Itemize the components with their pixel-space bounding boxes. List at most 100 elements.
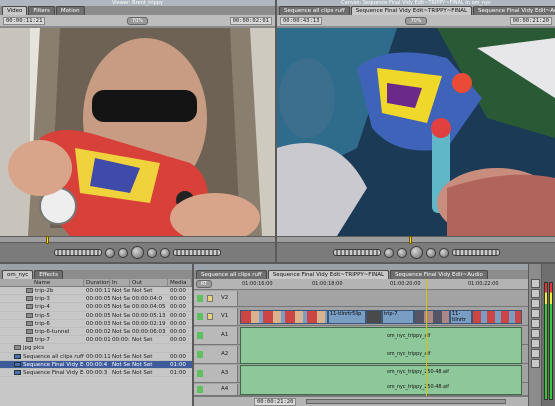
- tab-tl-trippy-final[interactable]: Sequence Final Vidy Edit~TRIPPY~FINAL: [267, 270, 390, 279]
- speaker-icon[interactable]: [197, 351, 203, 358]
- row-media: 01:00: [170, 369, 186, 376]
- video-clip[interactable]: 11-tilnrtr5lip: [328, 310, 366, 324]
- roll-tool-icon[interactable]: [530, 309, 540, 318]
- viewer-window: Viewer: Brent_trippy Video Filters Motio…: [0, 0, 275, 262]
- tab-filters[interactable]: Filters: [28, 6, 55, 15]
- zoom-tool-icon[interactable]: [530, 339, 540, 348]
- canvas-scrubber[interactable]: [277, 236, 555, 244]
- canvas-shuttle-control[interactable]: [332, 249, 381, 256]
- timeline-tabs: Sequence all clips ruff Sequence Final V…: [194, 270, 528, 279]
- viewer-current-timecode[interactable]: 00:00:02:01: [229, 16, 272, 25]
- tab-sequence-trippy-final[interactable]: Sequence Final Vidy Edit~TRIPPY~FINAL: [350, 6, 473, 15]
- edit-select-tool-icon[interactable]: [530, 289, 540, 298]
- crop-tool-icon[interactable]: [530, 349, 540, 358]
- clip-item[interactable]: trip-2b00:00:11:1Not SetNot Set00:00: [0, 287, 192, 296]
- selection-tool-icon[interactable]: [530, 279, 540, 288]
- razor-tool-icon[interactable]: [530, 329, 540, 338]
- tab-sequence-all-clips-ruff[interactable]: Sequence all clips ruff: [279, 6, 350, 15]
- viewer-playhead[interactable]: [46, 236, 49, 244]
- play-in-to-out-icon[interactable]: [396, 247, 407, 258]
- tab-motion[interactable]: Motion: [55, 6, 85, 15]
- slip-tool-icon[interactable]: [530, 319, 540, 328]
- rt-popup[interactable]: RT: [196, 280, 213, 288]
- audio-clip-2[interactable]: om_nyc_trippy_250-48.aif om_nyc_trippy_2…: [240, 365, 522, 395]
- row-media: 00:00: [170, 353, 186, 360]
- clip-item[interactable]: trip-7 00:00:01:000:00:03:0Not Set 00:00: [0, 336, 192, 345]
- canvas-current-timecode[interactable]: 00:00:21:20: [509, 16, 552, 25]
- track-select-tool-icon[interactable]: [530, 299, 540, 308]
- sequence-item[interactable]: Sequence Final Vidy Edit00:00:3 Not SetNo…: [0, 369, 192, 378]
- clip-item[interactable]: trip-4 00:00:05:0Not Set00:00:04:05 00:00: [0, 303, 192, 312]
- play-icon[interactable]: [409, 246, 423, 259]
- pen-tool-icon[interactable]: [530, 359, 540, 368]
- viewer-video-frame[interactable]: [0, 28, 275, 236]
- play-around-icon[interactable]: [425, 247, 436, 258]
- clip-item[interactable]: trip-3 00:00:05:1Not Set00:00:04:0 00:00: [0, 295, 192, 304]
- column-media[interactable]: Media: [168, 279, 192, 286]
- canvas-tabs: Sequence all clips ruff Sequence Final V…: [277, 6, 555, 15]
- speaker-icon[interactable]: [197, 370, 203, 377]
- next-edit-icon[interactable]: [438, 247, 449, 258]
- timeline-scrollbar[interactable]: [306, 399, 506, 404]
- video-clip-thumbs[interactable]: [240, 310, 328, 324]
- speaker-icon[interactable]: [197, 386, 203, 393]
- tab-sequence-audio[interactable]: Sequence Final Vidy Edit~Audio: [473, 6, 555, 15]
- column-out[interactable]: Out: [130, 279, 168, 286]
- previous-edit-icon[interactable]: [383, 247, 394, 258]
- tab-tl-all-clips-ruff[interactable]: Sequence all clips ruff: [196, 270, 267, 279]
- row-out: Not Set: [132, 337, 153, 344]
- viewer-jog-control[interactable]: [173, 249, 221, 256]
- track-v2[interactable]: V2: [194, 291, 528, 307]
- row-media: 00:00: [170, 296, 186, 303]
- video-clip[interactable]: trip-7: [382, 310, 414, 324]
- timeline-current-timecode[interactable]: 00:00:21:20: [254, 398, 297, 406]
- viewer-shuttle-control[interactable]: [54, 249, 102, 256]
- row-in: [110, 344, 130, 351]
- tab-effects[interactable]: Effects: [34, 270, 63, 279]
- column-name[interactable]: Name: [0, 279, 84, 286]
- canvas-duration-timecode[interactable]: 00:00:43:13: [280, 16, 323, 25]
- tab-video[interactable]: Video: [2, 6, 28, 15]
- video-clip-thumbs[interactable]: [414, 310, 450, 324]
- track-visibility-toggle[interactable]: [197, 295, 203, 302]
- sequence-item[interactable]: Sequence Final Vidy Edit00:00:4 Not SetNo…: [0, 360, 192, 369]
- canvas-jog-control[interactable]: [451, 249, 500, 256]
- lock-icon[interactable]: [207, 295, 213, 302]
- canvas-zoom-popup[interactable]: 70%: [405, 16, 427, 25]
- next-edit-icon[interactable]: [160, 247, 170, 258]
- viewer-zoom-popup[interactable]: 70%: [126, 16, 149, 25]
- tab-tl-audio[interactable]: Sequence Final Vidy Edit~Audio: [390, 270, 488, 279]
- speaker-icon[interactable]: [197, 332, 203, 339]
- sequence-item[interactable]: Sequence all clips ruff00:00:11:1Not Set…: [0, 353, 192, 361]
- row-media: 00:00: [170, 304, 186, 311]
- timeline-ruler[interactable]: RT 01:00:16:00 01:00:18:00 01:00:20:00 0…: [194, 279, 528, 290]
- audio-clip-1[interactable]: om_nyc_trippy_aif om_nyc_trippy_aif: [240, 327, 522, 364]
- play-in-to-out-icon[interactable]: [118, 247, 128, 258]
- row-media: [168, 344, 192, 351]
- play-around-icon[interactable]: [147, 247, 157, 258]
- track-visibility-toggle[interactable]: [197, 313, 203, 320]
- column-duration[interactable]: Duration: [84, 279, 110, 286]
- play-icon[interactable]: [131, 246, 144, 259]
- canvas-playhead[interactable]: [409, 236, 412, 244]
- viewer-duration-timecode[interactable]: 00:00:11:21: [3, 16, 46, 25]
- previous-edit-icon[interactable]: [105, 247, 115, 258]
- track-v1[interactable]: V1 11-tilnrtr5lip trip-7 11-tilnrtr: [194, 308, 528, 326]
- video-clip[interactable]: 11-tilnrtr: [450, 310, 472, 324]
- video-clip-thumbs[interactable]: [472, 310, 522, 324]
- clip-item[interactable]: trip-6-tunnel 00:00:02:2Not Set00:00:06:0…: [0, 328, 192, 337]
- row-in: Not Set: [112, 296, 130, 303]
- viewer-scrubber[interactable]: [0, 236, 275, 244]
- clip-item[interactable]: trip-6 00:00:03:1Not Set00:00:02:19 00:00: [0, 320, 192, 328]
- canvas-video-frame[interactable]: [277, 28, 555, 236]
- timeline-playhead[interactable]: [426, 279, 427, 396]
- row-name: trip-7: [35, 337, 50, 344]
- lock-icon[interactable]: [207, 313, 213, 320]
- bin-item[interactable]: jpg pics: [0, 344, 192, 353]
- clip-item[interactable]: trip-5 00:00:05:1Not Set00:00:05:13 00:00: [0, 312, 192, 320]
- column-in[interactable]: In: [110, 279, 130, 286]
- tab-om-nyc[interactable]: om_nyc: [2, 270, 34, 279]
- video-clip-thumb[interactable]: [366, 310, 382, 324]
- row-media: 00:00: [170, 328, 186, 335]
- row-in: Not Set: [112, 288, 130, 294]
